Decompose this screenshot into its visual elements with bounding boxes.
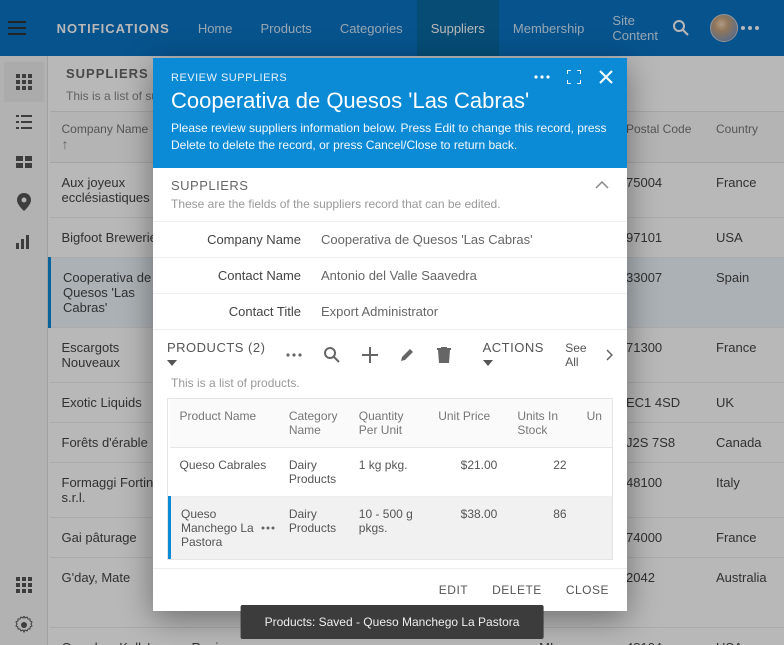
nav-products[interactable]: Products — [247, 0, 326, 56]
section-suppliers-sub: These are the fields of the suppliers re… — [153, 195, 627, 221]
topbar: NOTIFICATIONS Home Products Categories S… — [0, 0, 784, 56]
products-subtitle: This is a list of products. — [153, 376, 627, 398]
top-nav: Home Products Categories Suppliers Membe… — [184, 0, 672, 56]
field-title: Contact Title Export Administrator — [153, 293, 627, 329]
products-edit-icon[interactable] — [399, 347, 429, 363]
dialog-eyebrow: REVIEW SUPPLIERS — [171, 72, 609, 84]
products-delete-icon[interactable] — [437, 347, 467, 363]
section-suppliers-title: SUPPLIERS — [171, 178, 248, 193]
products-toolbar: PRODUCTS (2) ACTIONS See All — [153, 329, 627, 376]
app-brand[interactable]: NOTIFICATIONS — [43, 21, 184, 36]
pcol-unorder[interactable]: Un — [577, 399, 612, 448]
section-suppliers-head: SUPPLIERS — [153, 168, 627, 195]
pcol-qty[interactable]: Quantity Per Unit — [349, 399, 428, 448]
field-contact-value: Antonio del Valle Saavedra — [321, 268, 609, 283]
rail-settings-icon[interactable] — [4, 605, 44, 645]
field-contact: Contact Name Antonio del Valle Saavedra — [153, 257, 627, 293]
rail-view-grid[interactable] — [4, 62, 44, 102]
rail-view-cards[interactable] — [4, 142, 44, 182]
rail-apps-icon[interactable] — [4, 565, 44, 605]
pcol-name[interactable]: Product Name — [170, 399, 279, 448]
field-company-label: Company Name — [171, 232, 321, 247]
products-actions-dropdown[interactable]: ACTIONS — [483, 340, 558, 370]
field-title-value: Export Administrator — [321, 304, 609, 319]
products-see-all-link[interactable]: See All — [565, 341, 613, 369]
products-add-icon[interactable] — [362, 347, 392, 363]
nav-home[interactable]: Home — [184, 0, 247, 56]
left-rail — [0, 56, 48, 645]
field-contact-label: Contact Name — [171, 268, 321, 283]
nav-membership[interactable]: Membership — [499, 0, 599, 56]
field-company-value: Cooperativa de Quesos 'Las Cabras' — [321, 232, 609, 247]
pcol-cat[interactable]: Category Name — [279, 399, 349, 448]
product-row[interactable]: Queso Manchego La PastoraDairy Products1… — [170, 496, 613, 559]
nav-suppliers[interactable]: Suppliers — [417, 0, 499, 56]
products-table: Product Name Category Name Quantity Per … — [168, 399, 612, 559]
review-supplier-dialog: REVIEW SUPPLIERS Cooperativa de Quesos '… — [153, 58, 627, 611]
product-row[interactable]: Queso CabralesDairy Products1 kg pkg.$21… — [170, 447, 613, 496]
dialog-header: REVIEW SUPPLIERS Cooperativa de Quesos '… — [153, 58, 627, 168]
col-country[interactable]: Country — [704, 112, 784, 163]
search-icon[interactable] — [672, 19, 707, 37]
delete-button[interactable]: DELETE — [492, 583, 542, 597]
col-postal[interactable]: Postal Code — [614, 112, 704, 163]
field-title-label: Contact Title — [171, 304, 321, 319]
user-avatar[interactable] — [707, 14, 742, 42]
menu-toggle-button[interactable] — [8, 21, 43, 35]
nav-site-content[interactable]: Site Content — [598, 0, 672, 56]
products-label[interactable]: PRODUCTS (2) — [167, 340, 278, 370]
rail-map-icon[interactable] — [4, 182, 44, 222]
products-table-wrap: Product Name Category Name Quantity Per … — [167, 398, 613, 560]
toast-message: Products: Saved - Queso Manchego La Past… — [241, 605, 544, 639]
dialog-desc: Please review suppliers information belo… — [171, 120, 609, 154]
section-collapse-icon[interactable] — [595, 181, 609, 189]
dialog-title: Cooperativa de Quesos 'Las Cabras' — [171, 88, 609, 114]
row-more-icon[interactable] — [261, 526, 275, 530]
rail-chart-icon[interactable] — [4, 222, 44, 262]
nav-categories[interactable]: Categories — [326, 0, 417, 56]
more-menu-icon[interactable] — [741, 26, 776, 30]
pcol-price[interactable]: Unit Price — [428, 399, 507, 448]
pcol-stock[interactable]: Units In Stock — [507, 399, 576, 448]
rail-view-list[interactable] — [4, 102, 44, 142]
products-more-icon[interactable] — [286, 353, 316, 357]
products-search-icon[interactable] — [324, 347, 354, 363]
close-button[interactable]: CLOSE — [566, 583, 609, 597]
edit-button[interactable]: EDIT — [439, 583, 468, 597]
field-company: Company Name Cooperativa de Quesos 'Las … — [153, 221, 627, 257]
